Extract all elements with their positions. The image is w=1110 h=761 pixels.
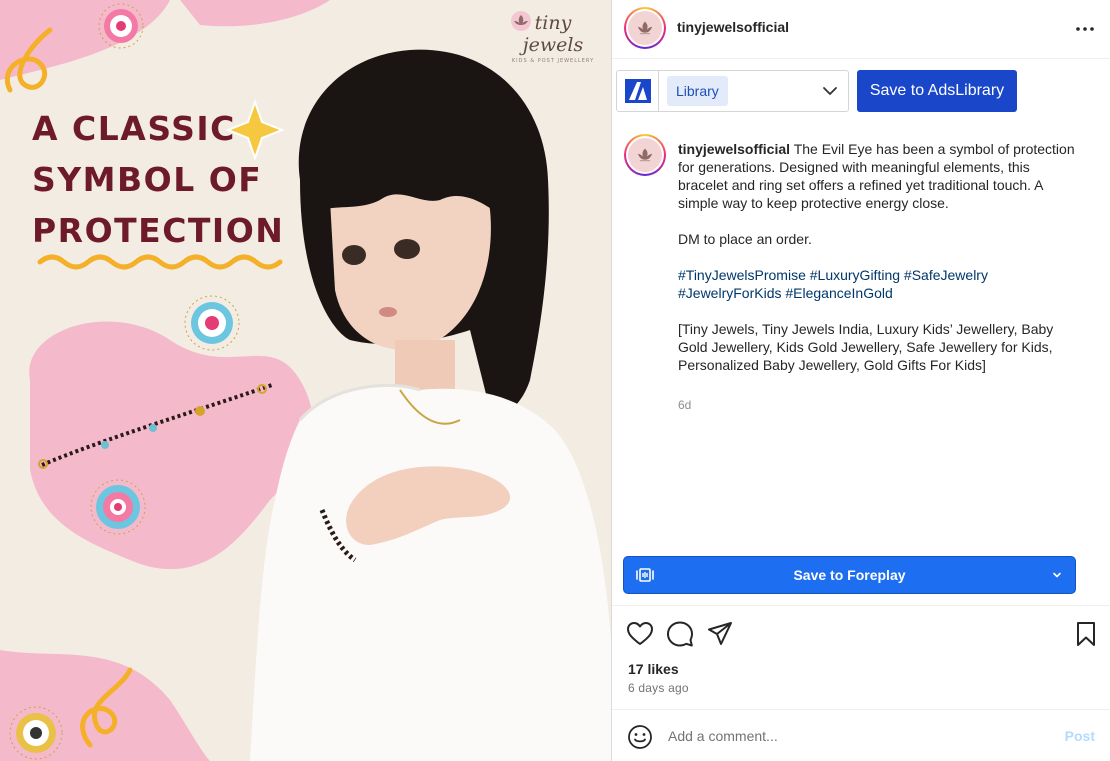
more-options-button[interactable]	[1073, 17, 1097, 41]
author-username[interactable]: tinyjewelsofficial	[677, 19, 789, 35]
comment-form: Post	[612, 709, 1110, 761]
caption-username[interactable]: tinyjewelsofficial	[678, 141, 790, 157]
hashtag-link[interactable]: #TinyJewelsPromise	[678, 267, 806, 283]
post-comment-button[interactable]: Post	[1065, 728, 1095, 744]
headline-line-3: PROTECTION	[32, 211, 285, 250]
share-icon[interactable]	[706, 620, 734, 648]
caption-keywords: [Tiny Jewels, Tiny Jewels India, Luxury …	[678, 321, 1054, 373]
headline-line-1: A CLASSIC	[32, 109, 236, 148]
emoji-icon[interactable]	[627, 724, 653, 750]
save-to-adslibrary-button[interactable]: Save to AdsLibrary	[857, 70, 1017, 112]
library-dropdown[interactable]: Library	[659, 71, 848, 111]
hashtag-link[interactable]: #EleganceInGold	[785, 285, 892, 301]
post-actions-bar	[612, 605, 1110, 657]
headline-line-2: SYMBOL OF	[32, 160, 263, 199]
bookmark-icon[interactable]	[1072, 620, 1100, 648]
chevron-down-icon[interactable]	[1051, 569, 1063, 581]
brand-tagline: KIDS & POST JEWELLERY	[511, 58, 595, 64]
post-image[interactable]: A CLASSIC SYMBOL OF PROTECTION tiny jewe…	[0, 0, 611, 761]
post-date: 6 days ago	[628, 681, 689, 695]
caption-timestamp[interactable]: 6d	[678, 398, 691, 412]
author-avatar[interactable]	[624, 7, 666, 49]
lotus-icon	[637, 148, 653, 162]
caption-cta: DM to place an order.	[678, 231, 812, 247]
hashtag-link[interactable]: #LuxuryGifting	[810, 267, 900, 283]
hashtag-link[interactable]: #SafeJewelry	[904, 267, 988, 283]
lotus-icon	[511, 11, 531, 31]
lotus-icon	[637, 21, 653, 35]
caption-hashtags: #TinyJewelsPromise #LuxuryGifting #SafeJ…	[678, 266, 1078, 302]
caption-author-avatar[interactable]	[624, 134, 666, 176]
brand-logo: tiny jewels KIDS & POST JEWELLERY	[508, 10, 598, 64]
comment-input[interactable]	[668, 724, 1028, 748]
ads-library-selector: Library	[616, 70, 849, 112]
adslibrary-logo-icon	[617, 71, 659, 111]
foreplay-label: Save to Foreplay	[793, 567, 906, 583]
save-to-foreplay-button[interactable]: Save to Foreplay	[623, 556, 1076, 594]
post-side-panel: tinyjewelsofficial Library Save to AdsLi…	[611, 0, 1110, 761]
more-horizontal-icon	[1076, 27, 1094, 31]
post-caption: tinyjewelsofficial The Evil Eye has been…	[678, 140, 1078, 392]
hashtag-link[interactable]: #JewelryForKids	[678, 285, 781, 301]
likes-count[interactable]: 17 likes	[628, 661, 679, 677]
comment-icon[interactable]	[666, 620, 694, 648]
chevron-down-icon	[823, 87, 837, 95]
library-selected-chip: Library	[667, 76, 728, 106]
post-header: tinyjewelsofficial	[612, 0, 1110, 59]
heart-icon[interactable]	[626, 620, 654, 648]
